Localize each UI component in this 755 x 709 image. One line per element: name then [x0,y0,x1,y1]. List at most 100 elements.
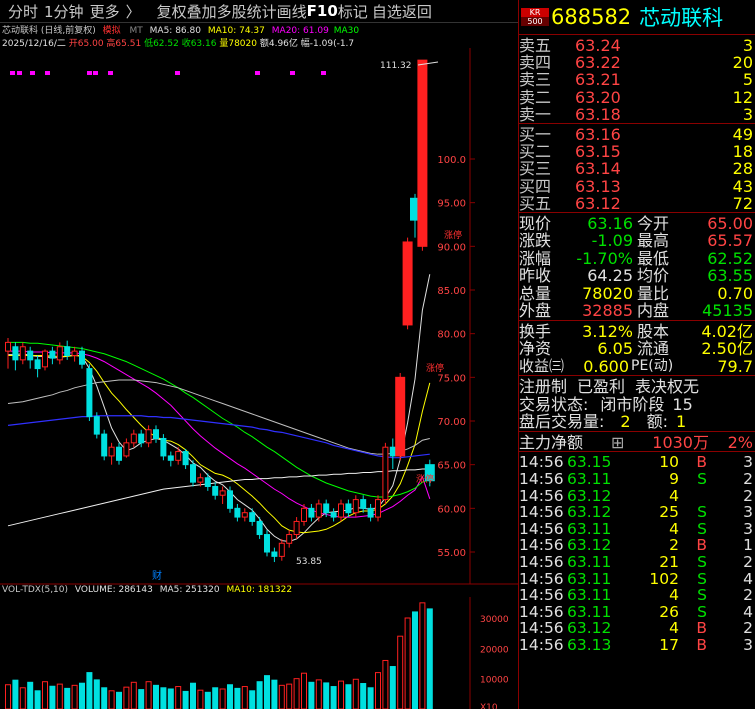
trade-price: 63.12 [567,503,612,522]
q-label: 最低 [637,248,670,268]
bid-row[interactable]: 买二 63.15 18 [519,143,755,160]
volume-bar [71,684,78,709]
volume-bar [397,635,404,709]
candle-body [49,350,56,359]
quote-row: 总量 78020 量比 0.70 [519,285,755,303]
price-label: 65.00 [437,461,466,472]
trade-state: 闭市阶段 [600,394,665,414]
candle-body [12,346,19,361]
volume-bar [308,681,315,709]
volume-bar [315,679,322,709]
trade-row: 14:56 63.15 10 B 3 [519,454,755,471]
trade-vol: 4 [669,519,679,538]
trade-list[interactable]: 14:56 63.15 10 B 3 14:56 63.11 9 S 2 14:56 63.12 4 2 1… [519,452,755,653]
btn-watchlist[interactable]: 自选 [372,1,402,22]
fund-row: 净资 6.05 流通 2.50亿 [519,340,755,358]
bid-label: 买三 [519,159,552,179]
ma120-line [7,415,430,459]
btn-overlay[interactable]: 叠加 [187,1,217,22]
bid-price: 63.15 [575,142,621,162]
bid-row[interactable]: 买五 63.12 72 [519,195,755,212]
btn-adjust[interactable]: 复权 [157,1,187,22]
expand-icon[interactable]: ⊞ [611,434,631,452]
ask-price: 63.24 [575,36,621,55]
tab-1min[interactable]: 1分钟 [44,1,84,22]
volume-bar [389,666,396,709]
volume-bar [219,688,226,709]
vol-ma5: MA5: 251320 [159,585,220,595]
trade-price: 63.13 [567,635,612,654]
volume-bar [5,684,11,709]
btn-stats[interactable]: 统计 [247,1,277,22]
main-net-row[interactable]: 主力净额 ⊞ 1030万 2% [519,432,755,452]
candle-body [323,503,330,514]
limit-up-tag: 涨停 [426,362,444,374]
volume-bar [190,682,196,709]
candle-body [234,507,241,518]
kline-chart[interactable]: 100.0 95.00 90.00 85.00 80.00 75.00 70.00 65.00… [0,22,518,709]
btn-multi[interactable]: 多股 [217,1,247,22]
trade-dir: S [697,569,707,588]
bid-row[interactable]: 买一 63.16 49 [519,126,755,143]
expand-arrow-icon[interactable]: 〉 [126,1,141,22]
trade-vol: 2 [669,536,679,555]
volume-bar [360,683,367,709]
btn-back[interactable]: 返回 [402,1,432,22]
candle-body [167,455,174,461]
high-marker: 111.32 [380,61,412,71]
btn-draw[interactable]: 画线 [277,1,307,22]
tab-intraday[interactable]: 分时 [8,1,38,22]
volume-bar [79,682,85,709]
ask-row[interactable]: 卖五 63.24 3 [519,37,755,54]
ask-label: 卖五 [519,36,552,55]
bid-row[interactable]: 买四 63.13 43 [519,176,755,196]
trade-dir: S [697,552,707,571]
price-label: 60.00 [437,504,466,515]
candle-body [79,350,85,365]
q-label: 昨收 [519,266,552,286]
vol-title: VOL-TDX(5,10) [2,585,69,595]
ask-row[interactable]: 卖二 63.20 12 [519,87,755,107]
volume-bar [404,617,411,709]
trade-count: 3 [743,519,753,538]
volume-bar [293,678,300,709]
f-label: PE(动) [631,357,674,374]
bid-row[interactable]: 买三 63.14 28 [519,160,755,177]
btn-f10[interactable]: F10 [307,2,338,20]
volume-bar [426,608,433,709]
bid-label: 买一 [519,124,552,144]
bid-list: 买一 63.16 49 买二 63.15 18 买三 63.14 28 买四 63.13 43 … [519,124,755,212]
ask-row[interactable]: 卖三 63.21 5 [519,71,755,88]
btn-mark[interactable]: 标记 [338,1,368,22]
tab-more[interactable]: 更多 [90,1,120,22]
trade-row: 14:56 63.12 25 S 3 [519,504,755,521]
volume-bar [182,690,189,709]
price-label: 55.00 [437,548,466,559]
bid-price: 63.13 [575,176,621,196]
ask-vol: 20 [732,53,753,73]
volume-bar [93,679,100,709]
trade-count: 3 [743,635,753,654]
candle-body [286,534,293,544]
volume-bar [130,681,137,709]
volume-bar [301,672,307,709]
ask-label: 卖二 [519,87,552,107]
trade-vol: 10 [659,453,679,472]
price-label: 90.00 [437,242,466,253]
quote-stats: 现价 63.16 今开 65.00 涨跌 -1.09 最高 65.57 涨幅 -1.70% 最低… [519,213,755,320]
ask-price: 63.20 [575,87,621,107]
ask-row[interactable]: 卖四 63.22 20 [519,54,755,71]
candle-body [241,512,248,518]
bid-vol: 28 [732,159,753,179]
volume-bar [86,672,93,709]
ask-row[interactable]: 卖一 63.18 3 [519,106,755,123]
trade-row: 14:56 63.11 4 S 2 [519,587,755,604]
volume-bar [330,686,337,709]
volume-bar [12,679,19,709]
vol-axis-label: 10000 [480,676,509,686]
fund-row: 收益㈢ 0.600 PE(动) 79.7 [519,358,755,376]
trade-time: 14:56 [519,635,564,654]
candle-body [190,464,196,483]
bid-label: 买五 [519,193,552,213]
trade-row: 14:56 63.12 2 B 1 [519,537,755,554]
